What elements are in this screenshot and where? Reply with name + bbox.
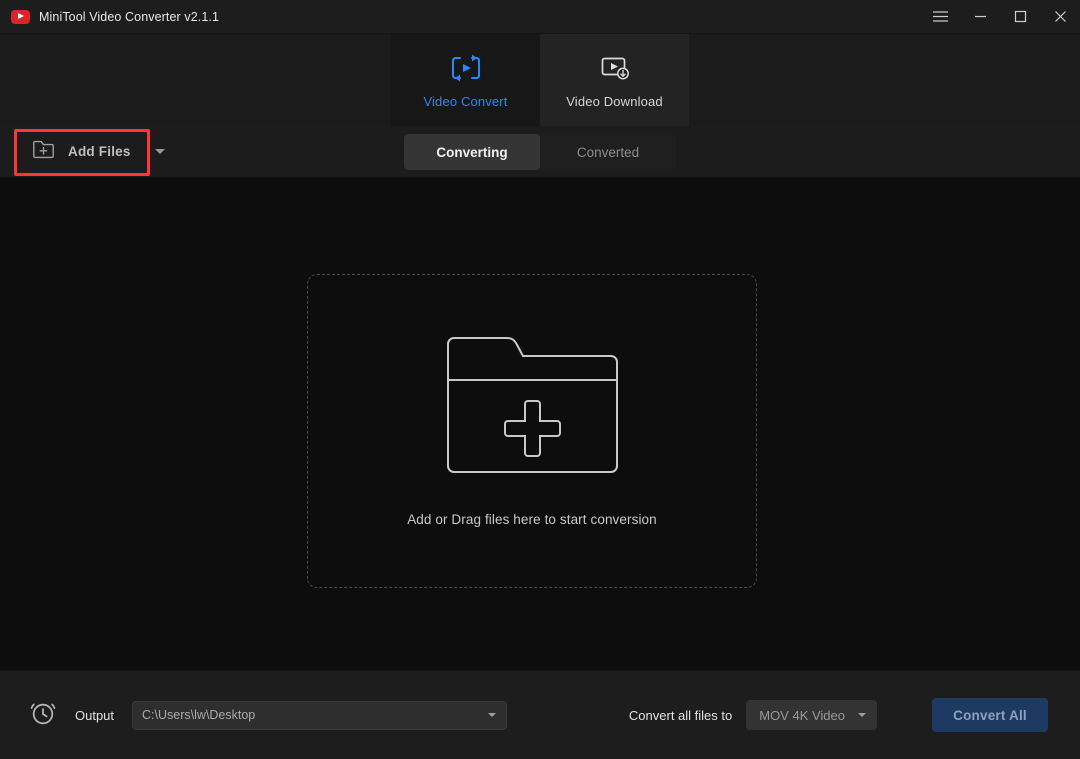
tab-converted[interactable]: Converted xyxy=(540,134,676,170)
convert-all-button[interactable]: Convert All xyxy=(932,698,1048,732)
output-label: Output xyxy=(75,708,114,723)
video-convert-icon xyxy=(449,51,483,85)
convert-to-label: Convert all files to xyxy=(629,708,732,723)
title-bar-left: MiniTool Video Converter v2.1.1 xyxy=(0,10,219,24)
add-files-button[interactable]: Add Files xyxy=(16,131,145,173)
output-format-select[interactable]: MOV 4K Video xyxy=(746,700,877,730)
chevron-down-icon[interactable] xyxy=(858,713,866,717)
app-title: MiniTool Video Converter v2.1.1 xyxy=(39,10,219,24)
maximize-icon[interactable] xyxy=(1000,0,1040,34)
tab-video-convert-label: Video Convert xyxy=(423,94,507,109)
hamburger-menu-icon[interactable] xyxy=(920,0,960,34)
mode-tab-bar: Video Convert Video Download xyxy=(0,34,1080,126)
alarm-clock-icon[interactable] xyxy=(28,698,58,733)
output-path-field[interactable]: C:\Users\lw\Desktop xyxy=(132,701,507,730)
tab-video-download-label: Video Download xyxy=(566,94,663,109)
main-content: Add or Drag files here to start conversi… xyxy=(0,178,1080,670)
file-dropzone[interactable]: Add or Drag files here to start conversi… xyxy=(307,274,757,588)
folder-plus-large-icon xyxy=(445,335,620,480)
minimize-icon[interactable] xyxy=(960,0,1000,34)
add-files-dropdown-button[interactable] xyxy=(145,132,175,172)
add-files-label: Add Files xyxy=(68,144,131,159)
folder-plus-icon xyxy=(32,139,55,164)
output-format-value: MOV 4K Video xyxy=(759,708,845,723)
video-download-icon xyxy=(598,51,632,85)
window-controls xyxy=(920,0,1080,34)
tab-video-download[interactable]: Video Download xyxy=(540,34,689,126)
chevron-down-icon[interactable] xyxy=(488,713,496,717)
app-window: MiniTool Video Converter v2.1.1 xyxy=(0,0,1080,759)
bottom-bar: Output C:\Users\lw\Desktop Convert all f… xyxy=(0,670,1080,759)
output-path-value: C:\Users\lw\Desktop xyxy=(142,708,488,722)
chevron-down-icon xyxy=(155,149,165,154)
play-logo-icon xyxy=(11,10,30,24)
close-icon[interactable] xyxy=(1040,0,1080,34)
title-bar: MiniTool Video Converter v2.1.1 xyxy=(0,0,1080,34)
dropzone-text: Add or Drag files here to start conversi… xyxy=(407,512,657,527)
tab-converting[interactable]: Converting xyxy=(404,134,540,170)
conversion-status-tabs: Converting Converted xyxy=(404,134,676,170)
tab-video-convert[interactable]: Video Convert xyxy=(391,34,540,126)
toolbar: Add Files Converting Converted xyxy=(0,126,1080,178)
